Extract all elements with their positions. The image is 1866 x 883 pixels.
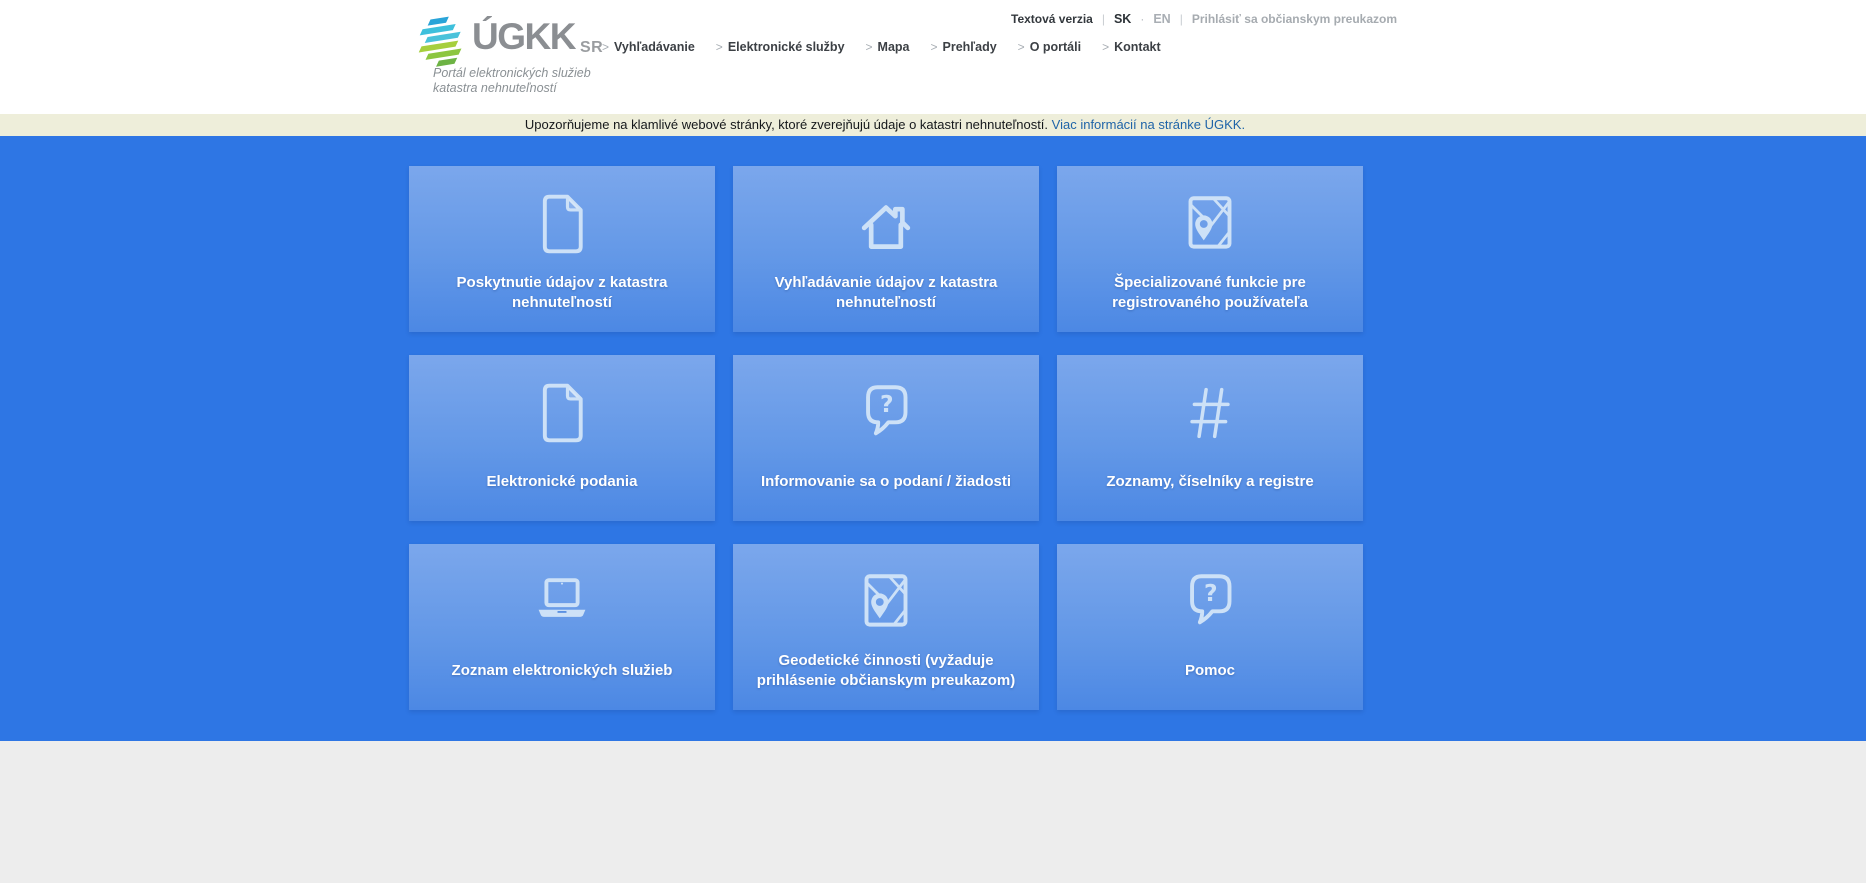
tile-label: Zoznam elektronických služieb — [451, 662, 673, 679]
tile-zoznamy-ciselniky-registre[interactable]: Zoznamy, číselníky a registre — [1057, 355, 1363, 521]
chevron-right-icon: > — [602, 40, 610, 54]
nav-item-label: Elektronické služby — [727, 40, 845, 54]
laptop-icon — [517, 563, 607, 641]
nav-item-label: Prehľady — [942, 40, 997, 54]
tile-iconbox — [409, 556, 715, 648]
tile-informovanie-o-podani[interactable]: Informovanie sa o podaní / žiadosti — [733, 355, 1039, 521]
tile-label: Zoznamy, číselníky a registre — [1106, 473, 1314, 490]
logo-tagline-line2: katastra nehnuteľností — [433, 81, 557, 95]
tile-iconbox — [733, 367, 1039, 459]
nav-item-label: Vyhľadávanie — [614, 40, 695, 54]
nav-item-mapa[interactable]: > Mapa — [866, 40, 910, 54]
ugkk-stripes-logo-icon — [418, 16, 462, 67]
language-en-link[interactable]: EN — [1153, 12, 1170, 26]
separator: | — [1179, 12, 1183, 26]
tile-iconbox — [409, 178, 715, 270]
tile-iconbox — [409, 367, 715, 459]
question-bubble-icon — [1171, 563, 1249, 641]
warning-text: Upozorňujeme na klamlivé webové stránky,… — [524, 117, 1049, 132]
main-nav: > Vyhľadávanie > Elektronické služby > Mapa… — [602, 40, 1161, 54]
map-pin-icon — [1171, 185, 1249, 263]
tile-iconbox — [1057, 178, 1363, 270]
logo-acronym: ÚGKK — [472, 16, 576, 57]
logo[interactable]: ÚGKK SR Portál elektronických služieb ka… — [408, 12, 708, 108]
tile-vyhladavanie-udajov[interactable]: Vyhľadávanie údajov z katastra nehnuteľn… — [733, 166, 1039, 332]
house-icon — [847, 185, 925, 263]
site-header: ÚGKK SR Portál elektronických služieb ka… — [0, 0, 1866, 114]
tile-label: Pomoc — [1184, 662, 1235, 679]
nav-item-kontakt[interactable]: > Kontakt — [1102, 40, 1161, 54]
logo-tagline: Portál elektronických služieb katastra n… — [433, 66, 591, 96]
tile-iconbox — [1057, 367, 1363, 459]
tiles-grid: Poskytnutie údajov z katastra nehnuteľno… — [409, 166, 1866, 710]
tile-label: Informovanie sa o podaní / žiadosti — [760, 473, 1012, 490]
nav-item-label: Mapa — [877, 40, 910, 54]
warning-banner-content: Upozorňujeme na klamlivé webové stránky,… — [407, 114, 1363, 136]
chevron-right-icon: > — [715, 40, 723, 54]
tile-label: Špecializované funkcie pre registrovanéh… — [1112, 274, 1308, 311]
separator: | — [1101, 12, 1105, 26]
document-icon — [523, 185, 601, 263]
text-version-link[interactable]: Textová verzia — [1011, 12, 1093, 26]
nav-item-o-portali[interactable]: > O portáli — [1018, 40, 1081, 54]
logo-tagline-line1: Portál elektronických služieb — [433, 66, 591, 80]
nav-item-vyhladavanie[interactable]: > Vyhľadávanie — [602, 40, 695, 54]
tile-label: Elektronické podania — [486, 473, 638, 490]
chevron-right-icon: > — [1102, 40, 1110, 54]
language-sk-link[interactable]: SK — [1114, 12, 1131, 26]
tile-label: Poskytnutie údajov z katastra nehnuteľno… — [456, 274, 668, 311]
tile-poskytnutie-udajov[interactable]: Poskytnutie údajov z katastra nehnuteľno… — [409, 166, 715, 332]
question-bubble-icon — [847, 374, 925, 452]
nav-item-label: Kontakt — [1114, 40, 1161, 54]
utility-bar: Textová verzia | SK · EN | Prihlásiť sa … — [1011, 12, 1397, 26]
tile-iconbox — [733, 178, 1039, 270]
hash-icon — [1171, 374, 1249, 452]
page: ÚGKK SR Portál elektronických služieb ka… — [0, 0, 1866, 883]
main-content: Poskytnutie údajov z katastra nehnuteľno… — [0, 136, 1866, 741]
site-footer — [0, 741, 1866, 883]
tile-geodeticke-cinnosti[interactable]: Geodetické činnosti (vyžaduje prihláseni… — [733, 544, 1039, 710]
chevron-right-icon: > — [1017, 40, 1025, 54]
nav-item-label: O portáli — [1029, 40, 1082, 54]
tile-label: Geodetické činnosti (vyžaduje prihláseni… — [756, 652, 1016, 689]
tile-iconbox — [733, 556, 1039, 648]
tile-pomoc[interactable]: Pomoc — [1057, 544, 1363, 710]
nav-item-elektronicke-sluzby[interactable]: > Elektronické služby — [716, 40, 845, 54]
tile-zoznam-sluzieb[interactable]: Zoznam elektronických služieb — [409, 544, 715, 710]
chevron-right-icon: > — [865, 40, 873, 54]
tile-specializovane-funkcie[interactable]: Špecializované funkcie pre registrovanéh… — [1057, 166, 1363, 332]
login-eid-link[interactable]: Prihlásiť sa občianskym preukazom — [1192, 12, 1397, 26]
separator-dot: · — [1140, 12, 1145, 26]
map-pin-icon — [847, 563, 925, 641]
tile-elektronicke-podania[interactable]: Elektronické podania — [409, 355, 715, 521]
warning-more-info-link[interactable]: Viac informácií na stránke ÚGKK. — [1052, 117, 1245, 132]
tile-label: Vyhľadávanie údajov z katastra nehnuteľn… — [774, 274, 998, 311]
tile-iconbox — [1057, 556, 1363, 648]
nav-item-prehlady[interactable]: > Prehľady — [931, 40, 997, 54]
chevron-right-icon: > — [930, 40, 938, 54]
warning-banner: Upozorňujeme na klamlivé webové stránky,… — [0, 114, 1866, 136]
document-icon — [523, 374, 601, 452]
logo-suffix: SR — [580, 39, 604, 56]
